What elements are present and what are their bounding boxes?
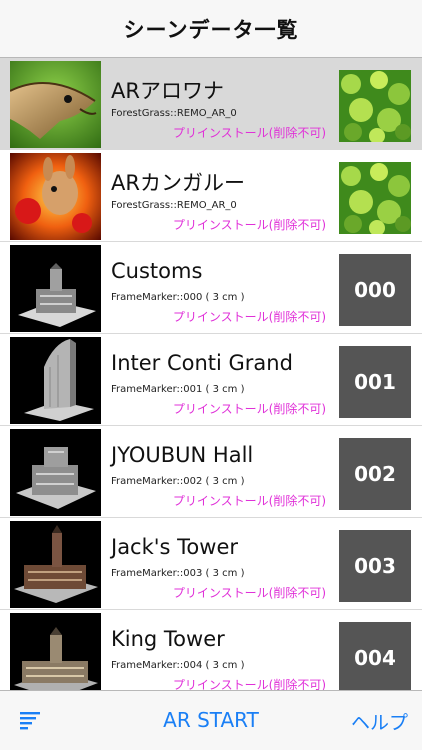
nav-bar: シーンデータ一覧	[0, 0, 422, 58]
scene-title: ARカンガルー	[111, 171, 245, 195]
building-icon	[10, 429, 101, 516]
scene-subtitle: ForestGrass::REMO_AR_0	[111, 200, 237, 211]
building-icon	[10, 521, 101, 608]
scene-subtitle: FrameMarker::001 ( 3 cm )	[111, 384, 245, 395]
status-label: プリインストール(削除不可)	[172, 310, 326, 324]
list-item[interactable]: ARアロワナ ForestGrass::REMO_AR_0 プリインストール(削…	[0, 58, 422, 150]
scene-subtitle: ForestGrass::REMO_AR_0	[111, 108, 237, 119]
kangaroo-icon	[10, 153, 101, 240]
help-button[interactable]: ヘルプ	[351, 708, 408, 735]
bottom-toolbar: AR START ヘルプ	[0, 690, 422, 750]
list-item[interactable]: Inter Conti Grand FrameMarker::001 ( 3 c…	[0, 334, 422, 426]
grass-marker-image	[339, 162, 411, 234]
status-label: プリインストール(削除不可)	[172, 586, 326, 600]
frame-marker: 002	[339, 438, 411, 510]
list-item[interactable]: ARカンガルー ForestGrass::REMO_AR_0 プリインストール(…	[0, 150, 422, 242]
building-icon	[10, 245, 101, 332]
grass-marker-image	[339, 70, 411, 142]
frame-marker: 003	[339, 530, 411, 602]
frame-marker: 000	[339, 254, 411, 326]
building-icon	[10, 613, 101, 690]
status-label: プリインストール(削除不可)	[172, 126, 326, 140]
building-icon	[10, 337, 101, 424]
marker-id: 004	[354, 646, 396, 670]
status-label: プリインストール(削除不可)	[172, 402, 326, 416]
scene-subtitle: FrameMarker::000 ( 3 cm )	[111, 292, 245, 303]
marker-id: 002	[354, 462, 396, 486]
scene-list[interactable]: ARアロワナ ForestGrass::REMO_AR_0 プリインストール(削…	[0, 58, 422, 690]
list-item[interactable]: Jack's Tower FrameMarker::003 ( 3 cm ) プ…	[0, 518, 422, 610]
scene-title: Inter Conti Grand	[111, 351, 293, 375]
status-label: プリインストール(削除不可)	[172, 678, 326, 690]
scene-subtitle: FrameMarker::002 ( 3 cm )	[111, 476, 245, 487]
marker-id: 000	[354, 278, 396, 302]
scene-subtitle: FrameMarker::003 ( 3 cm )	[111, 568, 245, 579]
scene-title: Customs	[111, 259, 203, 283]
arowana-fish-icon	[10, 61, 101, 148]
status-label: プリインストール(削除不可)	[172, 494, 326, 508]
status-label: プリインストール(削除不可)	[172, 218, 326, 232]
scene-title: King Tower	[111, 627, 225, 651]
scene-title: JYOUBUN Hall	[111, 443, 254, 467]
marker-id: 001	[354, 370, 396, 394]
list-item[interactable]: JYOUBUN Hall FrameMarker::002 ( 3 cm ) プ…	[0, 426, 422, 518]
frame-marker: 004	[339, 622, 411, 690]
frame-marker: 001	[339, 346, 411, 418]
scene-title: ARアロワナ	[111, 79, 224, 103]
marker-id: 003	[354, 554, 396, 578]
scene-title: Jack's Tower	[111, 535, 238, 559]
scene-subtitle: FrameMarker::004 ( 3 cm )	[111, 660, 245, 671]
list-item[interactable]: Customs FrameMarker::000 ( 3 cm ) プリインスト…	[0, 242, 422, 334]
list-item[interactable]: King Tower FrameMarker::004 ( 3 cm ) プリイ…	[0, 610, 422, 690]
page-title: シーンデータ一覧	[123, 17, 299, 42]
